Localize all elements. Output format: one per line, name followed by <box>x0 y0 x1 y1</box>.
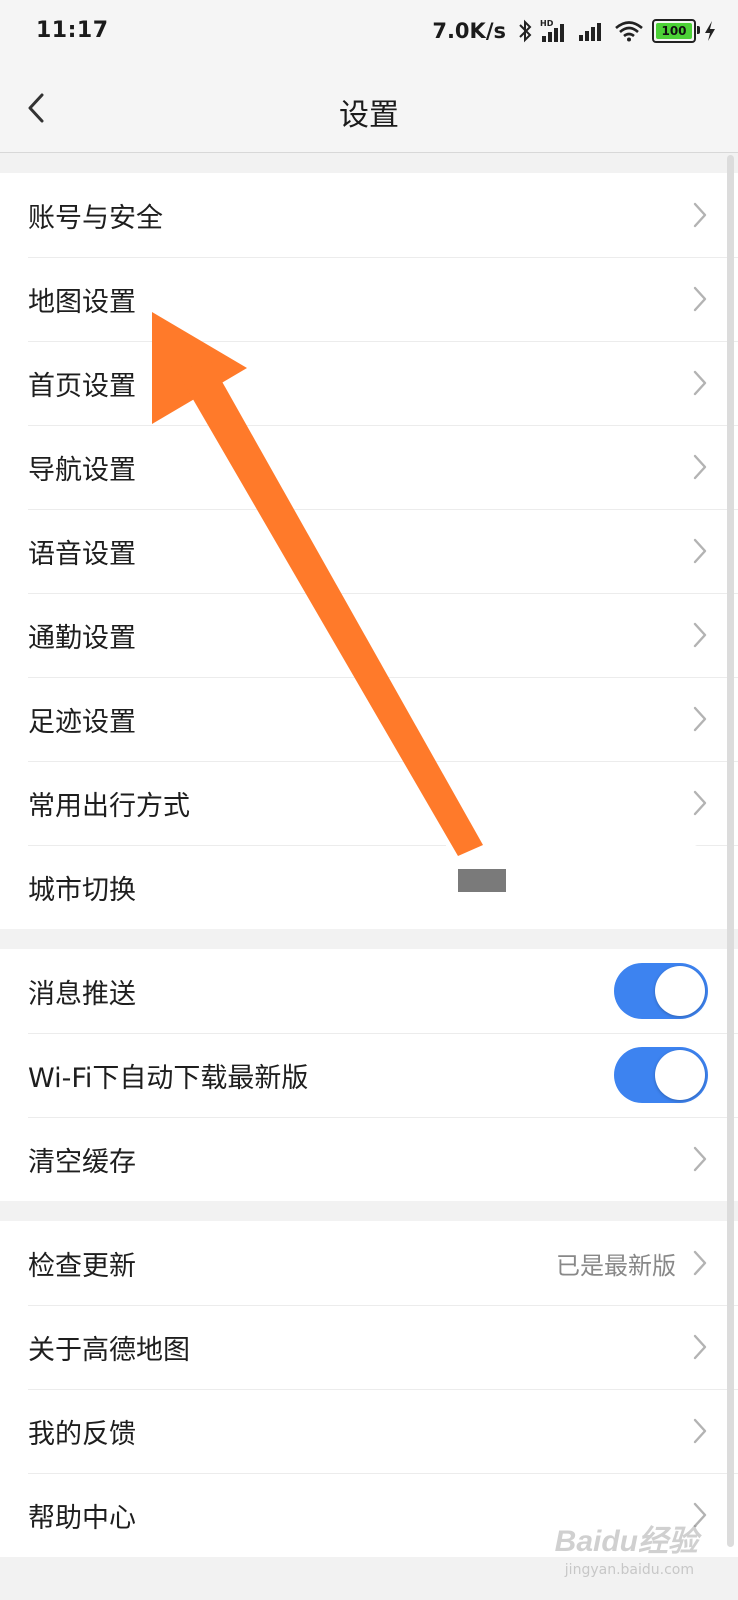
battery-level: 100 <box>661 24 687 38</box>
battery-cap <box>697 26 700 34</box>
settings-row-label: 帮助中心 <box>28 1502 136 1534</box>
watermark: Baidu经验 <box>554 1525 698 1558</box>
chevron-right-icon <box>693 622 707 648</box>
chevron-right-icon <box>693 454 707 480</box>
settings-row-label: 清空缓存 <box>28 1146 136 1178</box>
chevron-right-icon <box>693 1250 707 1276</box>
settings-row-label: 检查更新 <box>28 1250 136 1282</box>
settings-row-label: 地图设置 <box>28 286 136 318</box>
settings-row[interactable]: 关于高德地图 <box>0 1305 738 1389</box>
settings-row[interactable]: 首页设置 <box>0 341 738 425</box>
settings-row-label: 导航设置 <box>28 454 136 486</box>
svg-text:HD: HD <box>540 19 554 28</box>
settings-row[interactable]: 账号与安全 <box>0 173 738 257</box>
wifi-icon <box>614 20 644 42</box>
settings-row[interactable]: 检查更新 已是最新版 <box>0 1221 738 1305</box>
toggle-switch[interactable] <box>614 963 708 1019</box>
bluetooth-icon <box>518 19 532 43</box>
settings-group-main: 账号与安全地图设置首页设置导航设置语音设置通勤设置足迹设置常用出行方式 城市切换 <box>0 173 738 929</box>
chevron-right-icon <box>693 286 707 312</box>
annotation-mask-block <box>458 869 506 892</box>
chevron-right-icon <box>693 1334 707 1360</box>
settings-row[interactable]: 通勤设置 <box>0 593 738 677</box>
toggle-knob <box>655 1050 705 1100</box>
settings-group-toggles: 消息推送 Wi-Fi下自动下载最新版 清空缓存 <box>0 949 738 1201</box>
chevron-right-icon <box>693 706 707 732</box>
net-speed: 7.0K/s <box>432 19 506 43</box>
status-icons: 7.0K/s HD 100 <box>432 16 716 46</box>
settings-row[interactable]: 清空缓存 <box>0 1117 738 1201</box>
settings-row[interactable]: 我的反馈 <box>0 1389 738 1473</box>
nav-bar: 设置 <box>0 64 738 153</box>
settings-row-label: 我的反馈 <box>28 1418 136 1450</box>
settings-row[interactable]: 导航设置 <box>0 425 738 509</box>
chevron-right-icon <box>693 790 707 816</box>
chevron-right-icon <box>693 1146 707 1172</box>
settings-row-label: 通勤设置 <box>28 622 136 654</box>
settings-group-about: 检查更新 已是最新版关于高德地图 我的反馈帮助中心 <box>0 1221 738 1557</box>
watermark-sub: jingyan.baidu.com <box>564 1562 694 1578</box>
settings-row-label: 账号与安全 <box>28 202 163 234</box>
settings-row-label: 常用出行方式 <box>28 790 190 822</box>
settings-row-label: 首页设置 <box>28 370 136 402</box>
hd-signal-icon: HD <box>540 18 570 44</box>
settings-row[interactable]: 足迹设置 <box>0 677 738 761</box>
status-bar: 11:17 7.0K/s HD 100 <box>0 0 738 64</box>
settings-row-label: 语音设置 <box>28 538 136 570</box>
toggle-knob <box>655 966 705 1016</box>
settings-row-value: 已是最新版 <box>556 1251 676 1280</box>
settings-row-label: 消息推送 <box>28 978 136 1010</box>
settings-row[interactable]: 常用出行方式 <box>0 761 738 845</box>
settings-row[interactable]: Wi-Fi下自动下载最新版 <box>0 1033 738 1117</box>
status-time: 11:17 <box>36 18 109 43</box>
settings-row-label: 足迹设置 <box>28 706 136 738</box>
page-title: 设置 <box>339 98 399 133</box>
settings-row[interactable]: 语音设置 <box>0 509 738 593</box>
charging-icon <box>704 20 716 42</box>
chevron-right-icon <box>693 1418 707 1444</box>
battery-icon: 100 <box>652 19 700 43</box>
signal-icon <box>578 20 606 42</box>
scrollbar[interactable] <box>727 155 734 1547</box>
settings-row-label: 城市切换 <box>28 874 136 906</box>
settings-row[interactable]: 消息推送 <box>0 949 738 1033</box>
chevron-right-icon <box>693 538 707 564</box>
chevron-right-icon <box>693 202 707 228</box>
settings-row-label: Wi-Fi下自动下载最新版 <box>28 1062 309 1094</box>
settings-row[interactable]: 地图设置 <box>0 257 738 341</box>
settings-row-label: 关于高德地图 <box>28 1334 190 1366</box>
chevron-right-icon <box>693 370 707 396</box>
toggle-switch[interactable] <box>614 1047 708 1103</box>
